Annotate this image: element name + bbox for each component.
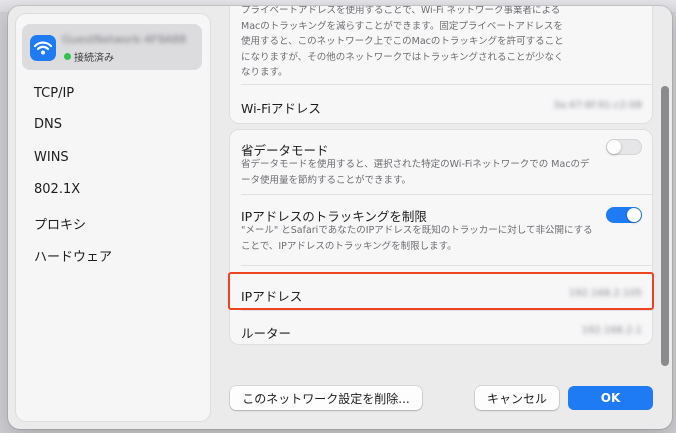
- details-content: プライベートアドレスを使用することで、Wi-Fi ネットワーク事業者によるMac…: [228, 6, 656, 376]
- wifi-icon: [30, 35, 56, 61]
- low-data-mode-description: 省データモードを使用すると、選択された特定のWi-Fiネットワークでの Macの…: [241, 159, 590, 186]
- sidebar: GuestNetwork-4F9A88 接続済み TCP/IP DNS WINS…: [16, 14, 210, 421]
- sidebar-item-proxy[interactable]: プロキシ: [34, 214, 86, 233]
- limit-ip-tracking-description: "メール" とSafariであなたのIPアドレスを既知のトラッカーに対して非公開…: [241, 225, 593, 252]
- divider: [241, 265, 652, 266]
- sidebar-network-item[interactable]: GuestNetwork-4F9A88 接続済み: [22, 24, 202, 70]
- low-data-mode-toggle[interactable]: [606, 139, 642, 155]
- scrollbar-thumb[interactable]: [661, 86, 669, 366]
- sidebar-item-tcpip[interactable]: TCP/IP: [34, 86, 74, 101]
- toggle-knob: [627, 208, 641, 222]
- network-details-sheet: GuestNetwork-4F9A88 接続済み TCP/IP DNS WINS…: [8, 6, 672, 429]
- sidebar-item-hardware[interactable]: ハードウェア: [34, 246, 112, 265]
- divider: [241, 84, 652, 85]
- cancel-button[interactable]: キャンセル: [475, 386, 559, 410]
- divider: [241, 310, 652, 311]
- network-status: 接続済み: [74, 53, 114, 64]
- sidebar-item-8021x[interactable]: 802.1X: [34, 182, 80, 197]
- toggle-knob: [607, 140, 621, 154]
- private-address-description: プライベートアドレスを使用することで、Wi-Fi ネットワーク事業者によるMac…: [241, 6, 564, 78]
- connected-status-dot: [64, 53, 71, 60]
- divider: [241, 194, 652, 195]
- delete-network-settings-button[interactable]: このネットワーク設定を削除...: [230, 386, 422, 410]
- ip-address-highlight: [228, 272, 654, 310]
- router-label: ルーター: [241, 326, 292, 341]
- sidebar-item-dns[interactable]: DNS: [34, 117, 62, 132]
- scrollbar[interactable]: [659, 6, 671, 376]
- wifi-address-value: 3a:47:6f:91:c2:08: [553, 100, 642, 111]
- sidebar-item-wins[interactable]: WINS: [34, 150, 69, 165]
- wifi-address-label: Wi-Fiアドレス: [241, 101, 321, 116]
- ok-button[interactable]: OK: [568, 386, 653, 410]
- wifi-address-card: プライベートアドレスを使用することで、Wi-Fi ネットワーク事業者によるMac…: [230, 6, 652, 123]
- router-value: 192.168.2.1: [581, 325, 642, 336]
- network-name: GuestNetwork-4F9A88: [62, 33, 187, 46]
- limit-ip-tracking-toggle[interactable]: [606, 207, 642, 223]
- network-options-card: 省データモード 省データモードを使用すると、選択された特定のWi-Fiネットワー…: [230, 130, 652, 344]
